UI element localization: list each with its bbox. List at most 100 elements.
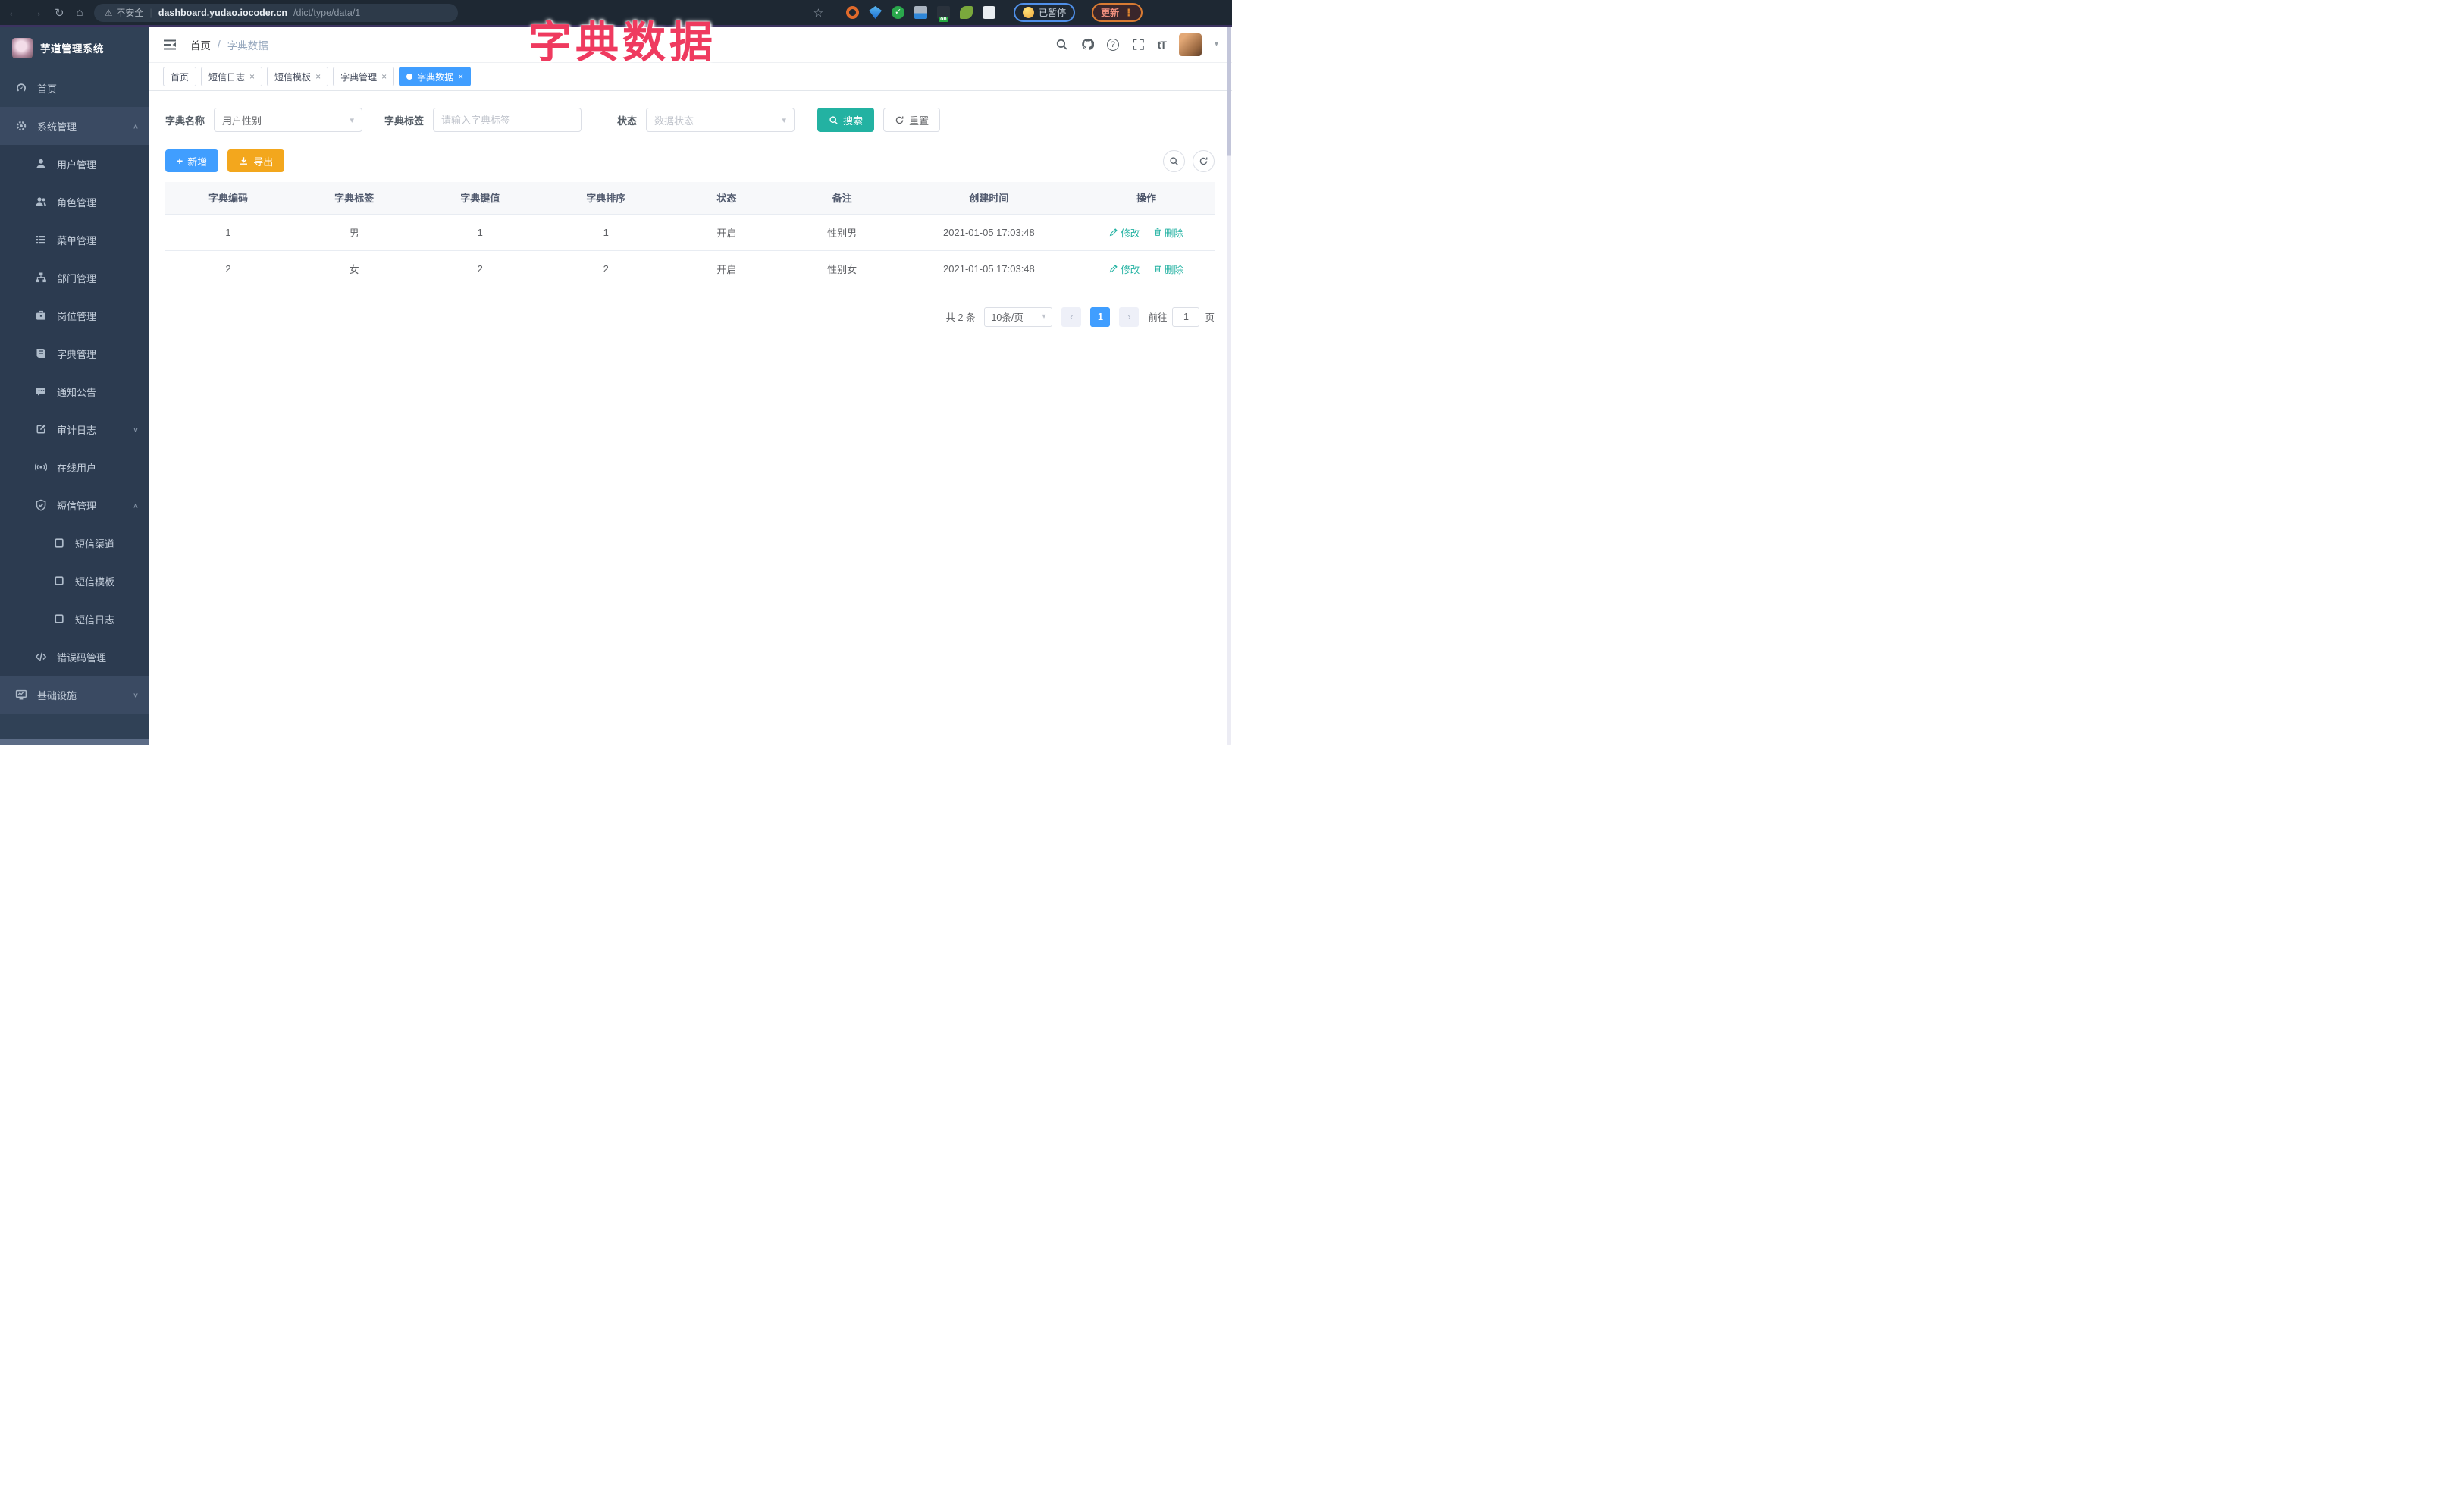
- chevron-up-icon: ∧: [132, 501, 139, 510]
- sidebar-item-menu-management[interactable]: 菜单管理: [0, 221, 149, 259]
- status-select[interactable]: 数据状态 ▾: [646, 108, 795, 132]
- extension-icon-gem[interactable]: [869, 6, 882, 19]
- dict-name-select[interactable]: 用户性别 ▾: [214, 108, 363, 132]
- sidebar-item-sms-management[interactable]: 短信管理 ∧: [0, 486, 149, 524]
- sidebar-item-infrastructure[interactable]: 基础设施 ∨: [0, 676, 149, 714]
- search-button[interactable]: 搜索: [817, 108, 875, 132]
- next-page-button[interactable]: ›: [1119, 306, 1140, 327]
- page-scrollbar[interactable]: [1227, 27, 1231, 746]
- cell-value: 1: [417, 214, 544, 251]
- edit-link[interactable]: 修改: [1109, 262, 1140, 276]
- delete-link[interactable]: 删除: [1153, 262, 1183, 276]
- user-avatar[interactable]: [1178, 33, 1202, 56]
- export-button[interactable]: 导出: [227, 149, 285, 172]
- extension-icon-leaf[interactable]: [960, 6, 973, 19]
- tab-dict-data[interactable]: 字典数据 ×: [399, 67, 472, 86]
- sidebar-item-dict-management[interactable]: 字典管理: [0, 334, 149, 372]
- bookmark-star-icon[interactable]: ☆: [813, 6, 823, 20]
- prev-page-button[interactable]: ‹: [1061, 306, 1082, 327]
- page-1-button[interactable]: 1: [1090, 306, 1111, 327]
- sidebar: 芋道管理系统 首页 系统管理 ∧ 用户管理 角色管理 菜单管理 部门管理 岗位管…: [0, 27, 149, 746]
- dict-label-input[interactable]: [441, 114, 574, 126]
- close-tab-icon[interactable]: ×: [381, 71, 387, 82]
- tab-dict-management[interactable]: 字典管理 ×: [333, 67, 395, 86]
- sidebar-item-sms-log[interactable]: 短信日志: [0, 600, 149, 638]
- tab-sms-log[interactable]: 短信日志 ×: [201, 67, 263, 86]
- sidebar-item-notice[interactable]: 通知公告: [0, 372, 149, 410]
- extension-icon-switch[interactable]: on: [937, 6, 951, 22]
- browser-menu-icon[interactable]: ⋮: [1124, 7, 1133, 19]
- back-icon[interactable]: ←: [8, 6, 19, 19]
- page-size-select[interactable]: 10条/页 ▾: [984, 306, 1053, 327]
- dashboard-icon: [15, 82, 27, 94]
- refresh-icon: [1199, 156, 1208, 166]
- close-tab-icon[interactable]: ×: [458, 71, 463, 82]
- extension-icon-check[interactable]: ✓: [892, 6, 905, 19]
- extension-icon-bars[interactable]: [914, 6, 928, 19]
- sidebar-item-label: 短信日志: [75, 614, 115, 626]
- table-row: 1 男 1 1 开启 性别男 2021-01-05 17:03:48 修改 删除: [165, 214, 1215, 251]
- close-tab-icon[interactable]: ×: [315, 71, 321, 82]
- help-icon[interactable]: ?: [1106, 38, 1119, 51]
- address-bar[interactable]: ⚠ 不安全 | dashboard.yudao.iocoder.cn/dict/t…: [93, 3, 458, 22]
- cell-value: 2: [417, 250, 544, 287]
- refresh-table-button[interactable]: [1193, 149, 1215, 172]
- paused-label: 已暂停: [1039, 8, 1067, 18]
- browser-update-button[interactable]: 更新 ⋮: [1092, 3, 1143, 22]
- extensions-puzzle-icon[interactable]: [983, 6, 996, 19]
- sidebar-item-home[interactable]: 首页: [0, 69, 149, 107]
- close-tab-icon[interactable]: ×: [249, 71, 255, 82]
- main-area: 首页 / 字典数据 ? tT ▾ 首页 短信日志 × 短信模板 × 字典管理 ×…: [149, 27, 1232, 746]
- cell-sort: 1: [543, 214, 669, 251]
- sidebar-item-role-management[interactable]: 角色管理: [0, 183, 149, 221]
- font-size-icon[interactable]: tT: [1158, 39, 1167, 51]
- tab-label: 字典数据: [417, 71, 454, 83]
- fullscreen-icon[interactable]: [1132, 38, 1145, 51]
- sidebar-item-sms-channel[interactable]: 短信渠道: [0, 524, 149, 562]
- delete-link[interactable]: 删除: [1153, 225, 1183, 240]
- sidebar-item-dept-management[interactable]: 部门管理: [0, 259, 149, 297]
- toggle-search-button[interactable]: [1163, 149, 1185, 172]
- sidebar-item-audit-log[interactable]: 审计日志 ∨: [0, 410, 149, 448]
- table-toolbar: + 新增 导出: [165, 149, 1215, 172]
- sidebar-item-label: 错误码管理: [57, 651, 107, 664]
- col-header: 字典标签: [291, 182, 418, 215]
- app-logo[interactable]: 芋道管理系统: [0, 27, 149, 69]
- tab-home[interactable]: 首页: [163, 67, 197, 86]
- user-icon: [35, 158, 47, 170]
- add-button[interactable]: + 新增: [165, 149, 219, 172]
- breadcrumb-home[interactable]: 首页: [190, 37, 211, 52]
- screen: 字典数据 ← → ↻ ⌂ ⚠ 不安全 | dashboard.yudao.ioco…: [0, 0, 1232, 746]
- collapse-sidebar-icon[interactable]: [163, 39, 177, 51]
- search-icon[interactable]: [1055, 38, 1068, 51]
- right-toolbar: [1163, 149, 1215, 172]
- goto-page-input[interactable]: [1172, 306, 1200, 327]
- forward-icon[interactable]: →: [31, 6, 42, 19]
- github-icon[interactable]: [1081, 38, 1094, 51]
- on-badge: on: [939, 17, 948, 22]
- col-header: 操作: [1078, 182, 1215, 215]
- cell-status: 开启: [669, 250, 785, 287]
- sidebar-item-online-users[interactable]: 在线用户: [0, 448, 149, 486]
- not-secure-badge[interactable]: ⚠ 不安全: [105, 6, 144, 19]
- list-icon: [35, 234, 47, 246]
- reset-button[interactable]: 重置: [883, 108, 941, 132]
- sidebar-item-error-code[interactable]: 错误码管理: [0, 638, 149, 676]
- sidebar-item-label: 岗位管理: [57, 310, 97, 322]
- sidebar-item-user-management[interactable]: 用户管理: [0, 145, 149, 183]
- export-button-label: 导出: [253, 155, 274, 168]
- home-icon[interactable]: ⌂: [77, 6, 83, 19]
- avatar-caret-icon[interactable]: ▾: [1215, 40, 1218, 49]
- tab-sms-template[interactable]: 短信模板 ×: [267, 67, 329, 86]
- online-icon: [35, 461, 47, 473]
- cell-code: 2: [165, 250, 292, 287]
- edit-link[interactable]: 修改: [1109, 225, 1140, 240]
- reload-icon[interactable]: ↻: [55, 6, 64, 20]
- sidebar-item-system-management[interactable]: 系统管理 ∧: [0, 107, 149, 145]
- sidebar-item-sms-template[interactable]: 短信模板: [0, 562, 149, 600]
- extension-icon-orange[interactable]: [846, 6, 860, 19]
- profile-paused-badge[interactable]: 已暂停: [1014, 3, 1076, 22]
- dict-data-table: 字典编码 字典标签 字典键值 字典排序 状态 备注 创建时间 操作 1 男 1 …: [165, 182, 1215, 287]
- sidebar-item-post-management[interactable]: 岗位管理: [0, 297, 149, 334]
- add-button-label: 新增: [187, 155, 208, 168]
